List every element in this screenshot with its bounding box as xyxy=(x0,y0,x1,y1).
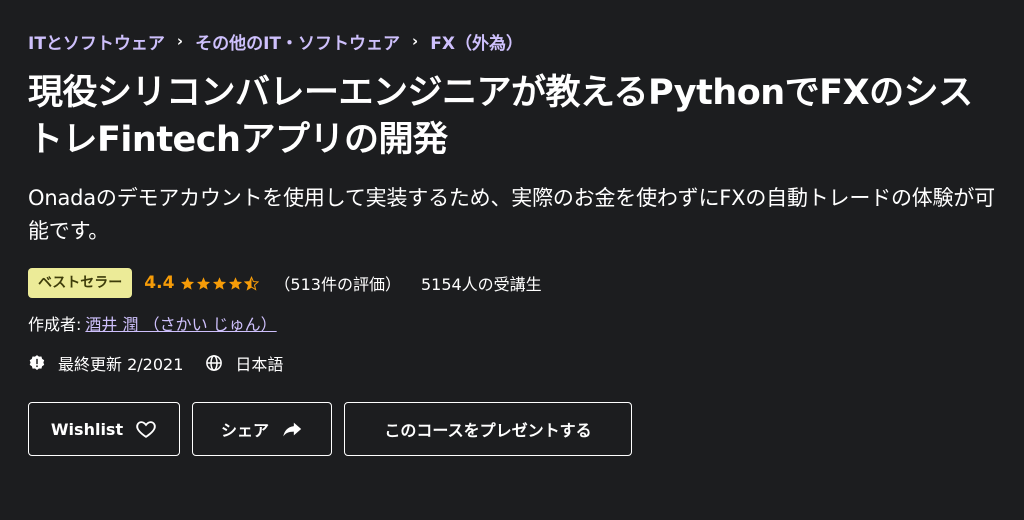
gift-course-button[interactable]: このコースをプレゼントする xyxy=(344,402,632,456)
language: 日本語 xyxy=(205,351,283,375)
author-link[interactable]: 酒井 潤 （さかい じゅん） xyxy=(85,311,276,335)
author-label: 作成者: xyxy=(28,315,82,334)
breadcrumb: ITとソフトウェア › その他のIT・ソフトウェア › FX（外為） xyxy=(28,26,996,56)
course-subtitle: Onadaのデモアカウントを使用して実装するため、実際のお金を使わずにFXの自動… xyxy=(28,186,995,243)
globe-icon xyxy=(206,355,223,371)
breadcrumb-item-other-it[interactable]: その他のIT・ソフトウェア xyxy=(195,29,400,54)
heart-icon xyxy=(136,421,156,438)
gift-course-label: このコースをプレゼントする xyxy=(384,421,592,440)
wishlist-button[interactable]: Wishlist xyxy=(28,402,180,456)
alert-badge-icon xyxy=(29,355,45,370)
share-button[interactable]: シェア xyxy=(192,402,332,456)
star-icon xyxy=(197,276,211,290)
language-text: 日本語 xyxy=(235,355,284,374)
star-icon xyxy=(213,276,227,290)
breadcrumb-item-fx[interactable]: FX（外為） xyxy=(430,29,523,54)
breadcrumb-item-it-software[interactable]: ITとソフトウェア xyxy=(28,29,165,54)
star-icon xyxy=(229,276,243,290)
bestseller-badge: ベストセラー xyxy=(28,268,133,298)
share-arrow-icon xyxy=(283,422,302,437)
chevron-right-icon: › xyxy=(176,32,184,50)
rating-value: 4.4 xyxy=(144,273,175,293)
chevron-right-icon: › xyxy=(412,32,419,50)
rating-row: ベストセラー 4.4 （513件の評価） 5154人の受講生 xyxy=(28,268,996,298)
meta-row: 最終更新 2/2021 日本語 xyxy=(28,350,996,376)
student-count: 5154人の受講生 xyxy=(420,275,542,294)
star-icon xyxy=(181,276,195,290)
course-header: ITとソフトウェア › その他のIT・ソフトウェア › FX（外為） 現役シリコ… xyxy=(0,0,1024,520)
last-updated-text: 最終更新 2/2021 xyxy=(58,355,184,374)
last-updated: 最終更新 2/2021 xyxy=(28,351,183,375)
course-title: 現役シリコンバレーエンジニアが教えるPythonでFXのシストレFintechア… xyxy=(28,73,973,160)
half-star-icon xyxy=(244,275,260,291)
star-rating xyxy=(180,275,260,291)
wishlist-label: Wishlist xyxy=(50,419,124,439)
rating-count-link[interactable]: （513件の評価） xyxy=(274,271,401,295)
action-buttons: Wishlist シェア このコースをプレゼントする xyxy=(28,402,996,456)
share-label: シェア xyxy=(220,421,269,440)
author-row: 作成者: 酒井 潤 （さかい じゅん） xyxy=(28,310,996,336)
